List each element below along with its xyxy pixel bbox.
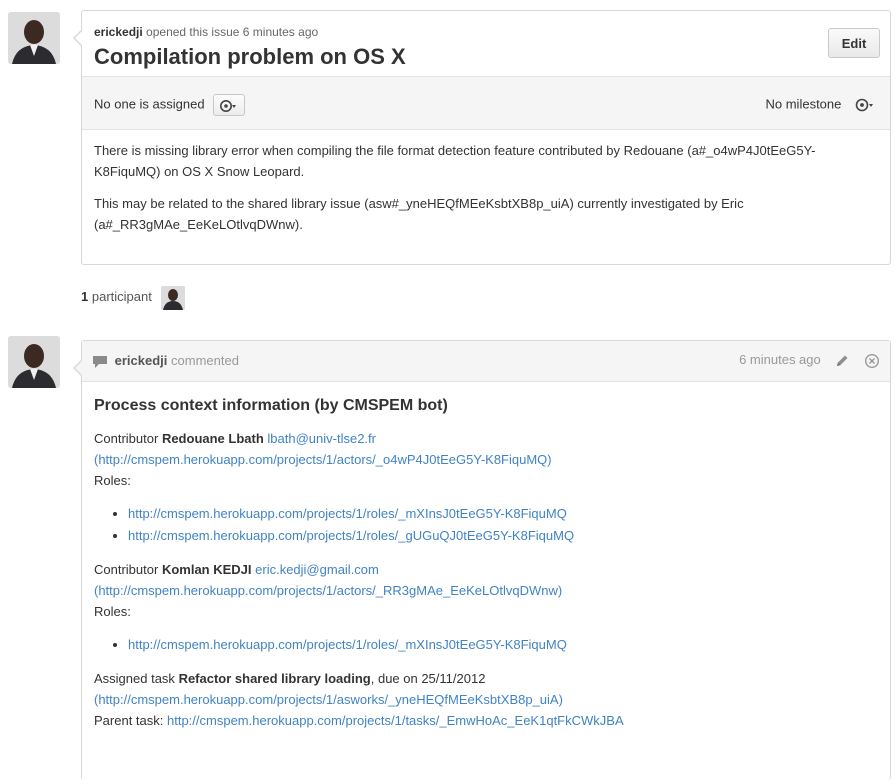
comment-heading: Process context information (by CMSPEM b… bbox=[94, 397, 448, 414]
contributor-url-link[interactable]: (http://cmspem.herokuapp.com/projects/1/… bbox=[94, 452, 552, 467]
issue-body: There is missing library error when comp… bbox=[82, 130, 890, 247]
list-item: http://cmspem.herokuapp.com/projects/1/r… bbox=[128, 503, 878, 525]
comment-action-text: commented bbox=[171, 353, 239, 368]
participant-avatar[interactable] bbox=[161, 285, 186, 310]
task-name: Refactor shared library loading bbox=[178, 671, 371, 686]
edit-button[interactable]: Edit bbox=[828, 28, 880, 58]
issue-body-paragraph: There is missing library error when comp… bbox=[94, 143, 816, 179]
issue-opened-text: opened this issue 6 minutes ago bbox=[146, 25, 319, 39]
participant-label: participant bbox=[91, 289, 152, 304]
milestone-section: No milestone bbox=[766, 94, 881, 116]
close-circle-icon[interactable] bbox=[864, 353, 880, 369]
contributor-name: Redouane Lbath bbox=[161, 431, 264, 446]
comment-author-link[interactable]: erickedji bbox=[115, 353, 168, 368]
contributor-line: Contributor Redouane Lbath lbath@univ-tl… bbox=[94, 428, 878, 449]
list-item: http://cmspem.herokuapp.com/projects/1/r… bbox=[128, 525, 878, 547]
list-item: http://cmspem.herokuapp.com/projects/1/r… bbox=[128, 634, 878, 656]
gear-icon bbox=[855, 98, 873, 111]
pencil-icon[interactable] bbox=[834, 353, 850, 369]
issue-box-pointer bbox=[73, 29, 83, 47]
parent-task-line: Parent task: http://cmspem.herokuapp.com… bbox=[94, 710, 878, 731]
issue-header: erickedji opened this issue 6 minutes ag… bbox=[82, 11, 890, 76]
role-link[interactable]: http://cmspem.herokuapp.com/projects/1/r… bbox=[128, 528, 574, 543]
task-block: Assigned task Refactor shared library lo… bbox=[94, 668, 878, 731]
roles-label: Roles: bbox=[94, 473, 131, 488]
contributor-prefix: Contributor bbox=[94, 562, 159, 577]
comment-author-avatar[interactable] bbox=[8, 336, 60, 388]
issue-author-link[interactable]: erickedji bbox=[94, 25, 143, 39]
participant-count: 1 bbox=[81, 289, 89, 304]
parent-task-label: Parent task: bbox=[94, 713, 164, 728]
milestone-gear-button[interactable] bbox=[850, 94, 880, 116]
issue-body-paragraph: This may be related to the shared librar… bbox=[94, 196, 744, 232]
contributor-email-link[interactable]: lbath@univ-tlse2.fr bbox=[267, 431, 376, 446]
comment-header-left: erickedji commented bbox=[92, 353, 239, 369]
task-line: Assigned task Refactor shared library lo… bbox=[94, 668, 878, 689]
gear-icon bbox=[220, 99, 237, 112]
issue-author-avatar[interactable] bbox=[8, 12, 60, 64]
comment-box: erickedji commented 6 minutes ago Proces… bbox=[73, 340, 891, 780]
participants-bar: 1 participant bbox=[81, 284, 186, 310]
issue-title: Compilation problem on OS X bbox=[94, 44, 406, 69]
task-url-link[interactable]: (http://cmspem.herokuapp.com/projects/1/… bbox=[94, 692, 563, 707]
contributor-block: Contributor Komlan KEDJI eric.kedji@gmai… bbox=[94, 559, 878, 656]
roles-list: http://cmspem.herokuapp.com/projects/1/r… bbox=[94, 634, 878, 656]
assignee-gear-button[interactable] bbox=[213, 94, 246, 116]
parent-task-link[interactable]: http://cmspem.herokuapp.com/projects/1/t… bbox=[167, 713, 624, 728]
role-link[interactable]: http://cmspem.herokuapp.com/projects/1/r… bbox=[128, 637, 567, 652]
comment-body: Process context information (by CMSPEM b… bbox=[82, 382, 890, 731]
contributor-block: Contributor Redouane Lbath lbath@univ-tl… bbox=[94, 428, 878, 547]
task-due-text: , due on 25/11/2012 bbox=[370, 671, 486, 686]
contributor-email-link[interactable]: eric.kedji@gmail.com bbox=[255, 562, 379, 577]
comment-header: erickedji commented 6 minutes ago bbox=[82, 341, 890, 382]
issue-meta-bar: No one is assigned No milestone bbox=[82, 76, 890, 130]
issue-box: erickedji opened this issue 6 minutes ag… bbox=[73, 10, 891, 265]
contributor-name: Komlan KEDJI bbox=[161, 562, 252, 577]
assignee-section: No one is assigned bbox=[94, 94, 246, 116]
issue-opened-line: erickedji opened this issue 6 minutes ag… bbox=[94, 25, 318, 39]
roles-label: Roles: bbox=[94, 604, 131, 619]
comment-header-right: 6 minutes ago bbox=[739, 352, 880, 369]
contributor-line: Contributor Komlan KEDJI eric.kedji@gmai… bbox=[94, 559, 878, 580]
contributor-url-link[interactable]: (http://cmspem.herokuapp.com/projects/1/… bbox=[94, 583, 562, 598]
milestone-text: No milestone bbox=[765, 96, 842, 112]
speech-bubble-icon bbox=[93, 355, 107, 368]
task-prefix: Assigned task bbox=[94, 671, 175, 686]
comment-box-pointer bbox=[73, 359, 83, 377]
contributor-prefix: Contributor bbox=[94, 431, 159, 446]
assignee-text: No one is assigned bbox=[94, 96, 205, 112]
roles-list: http://cmspem.herokuapp.com/projects/1/r… bbox=[94, 503, 878, 547]
role-link[interactable]: http://cmspem.herokuapp.com/projects/1/r… bbox=[128, 506, 567, 521]
comment-timestamp[interactable]: 6 minutes ago bbox=[739, 352, 821, 367]
